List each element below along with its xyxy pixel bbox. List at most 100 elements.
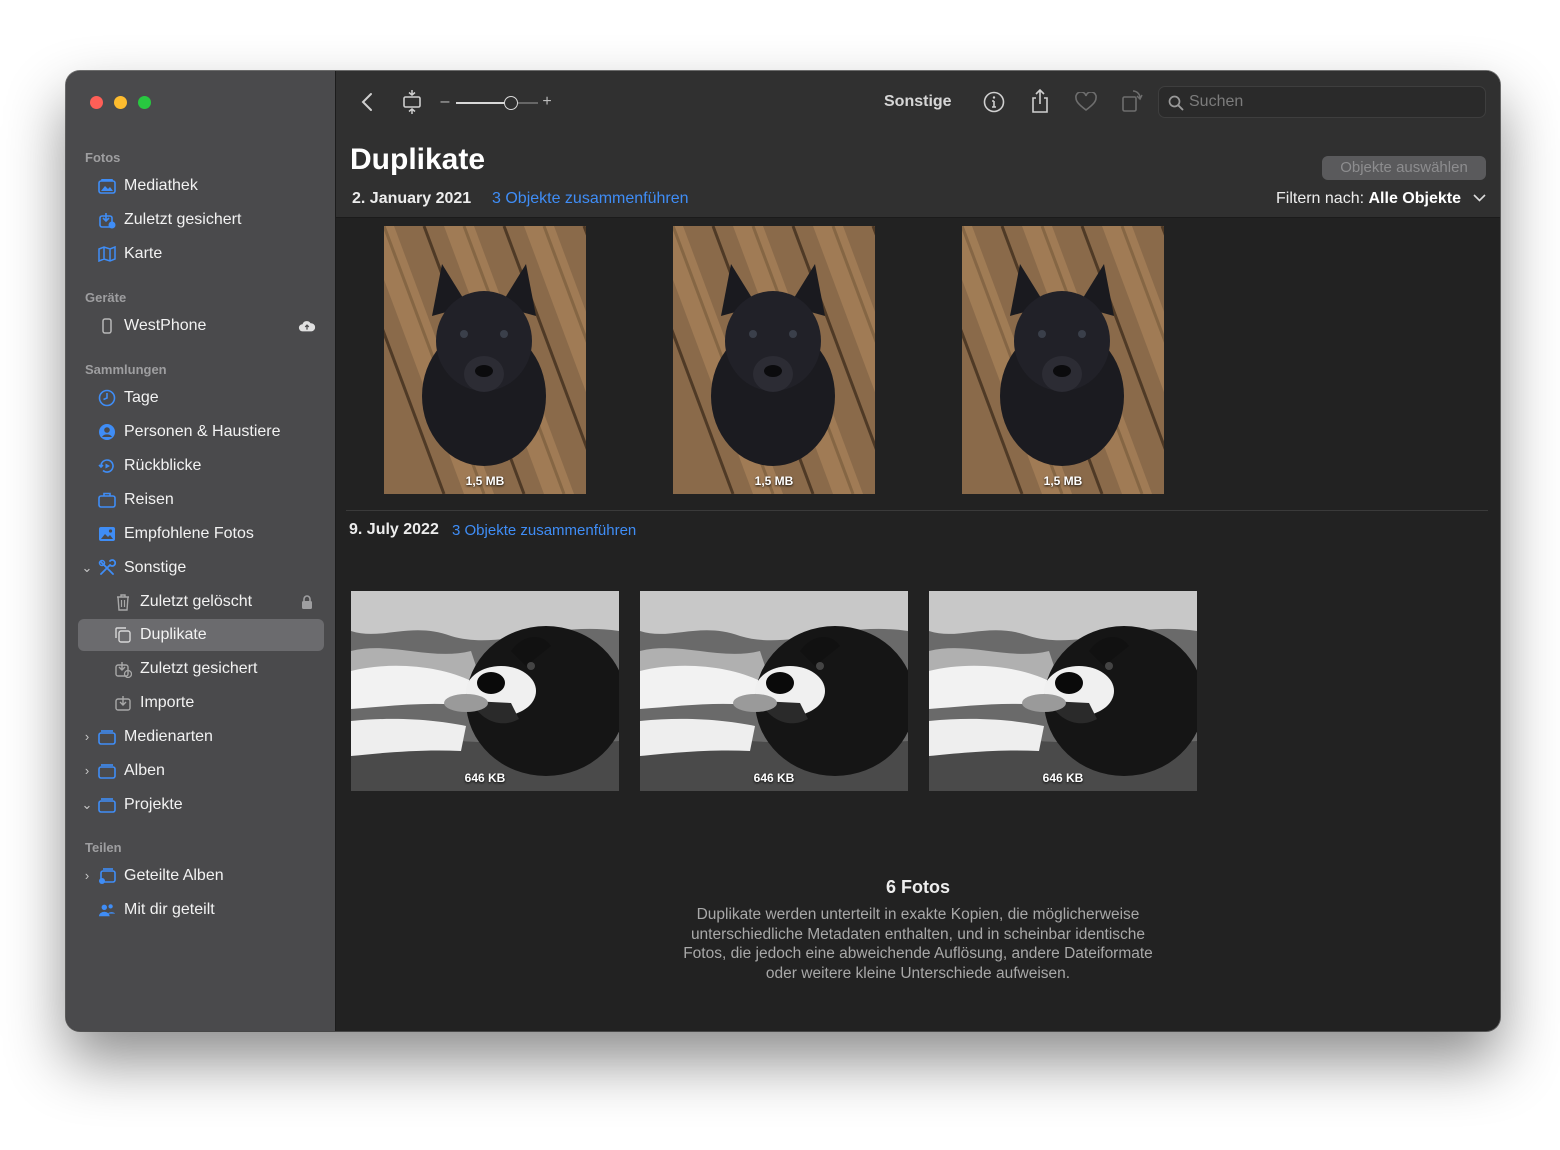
memories-icon <box>98 457 116 475</box>
duplicates-icon <box>114 626 132 644</box>
sidebar-item-label: Alben <box>124 762 165 779</box>
recently-saved-icon <box>114 660 132 678</box>
section-title-geraete: Geräte <box>85 290 127 305</box>
import-icon <box>114 694 132 712</box>
share-button[interactable] <box>1028 87 1052 115</box>
section-title-sammlungen: Sammlungen <box>85 362 167 377</box>
sidebar-item-geteilte-alben[interactable]: › Geteilte Alben <box>78 860 324 892</box>
group-date: 9. July 2022 <box>349 521 439 538</box>
border-collie-photo-image <box>640 591 908 791</box>
search-field[interactable] <box>1158 86 1486 118</box>
sidebar-item-label: Mediathek <box>124 177 198 194</box>
chevron-right-icon[interactable]: › <box>81 721 93 753</box>
sidebar-item-label: Empfohlene Fotos <box>124 525 254 542</box>
iphone-icon <box>98 317 116 335</box>
border-collie-photo-image <box>929 591 1197 791</box>
info-icon <box>983 91 1005 113</box>
sidebar-item-label: Mit dir geteilt <box>124 901 215 918</box>
select-items-button[interactable]: Objekte auswählen <box>1322 156 1486 180</box>
photo-thumbnail[interactable]: 1,5 MB <box>962 226 1164 494</box>
sidebar-item-reisen[interactable]: Reisen <box>78 484 324 516</box>
recently-saved-icon <box>98 211 116 229</box>
file-size-label: 646 KB <box>1042 771 1084 785</box>
sidebar-item-medienarten[interactable]: › Medienarten <box>78 721 324 753</box>
chevron-right-icon[interactable]: › <box>81 755 93 787</box>
folder-icon <box>98 728 116 746</box>
sidebar-item-zuletzt-gesichert-sub[interactable]: Zuletzt gesichert <box>78 653 324 685</box>
sidebar-item-projekte[interactable]: ⌄ Projekte <box>78 789 324 821</box>
sidebar-item-rueckblicke[interactable]: Rückblicke <box>78 450 324 482</box>
lock-icon <box>298 593 316 611</box>
zoom-slider-knob[interactable] <box>503 96 518 110</box>
filter-value: Alle Objekte <box>1368 190 1461 207</box>
group-divider <box>346 510 1488 511</box>
shared-with-you-icon <box>98 901 116 919</box>
merge-link[interactable]: 3 Objekte zusammenführen <box>452 522 636 539</box>
maximize-window-button[interactable] <box>138 96 151 109</box>
clock-icon <box>98 389 116 407</box>
search-input[interactable] <box>1189 87 1479 117</box>
rotate-button[interactable] <box>1120 88 1144 114</box>
sidebar-item-mediathek[interactable]: Mediathek <box>78 170 324 202</box>
close-window-button[interactable] <box>90 96 103 109</box>
sidebar-item-importe[interactable]: Importe <box>78 687 324 719</box>
featured-photos-icon <box>98 525 116 543</box>
group-date: 2. January 2021 <box>352 190 472 207</box>
sidebar-item-empfohlene-fotos[interactable]: Empfohlene Fotos <box>78 518 324 550</box>
suitcase-icon <box>98 491 116 509</box>
sidebar-item-zuletzt-geloescht[interactable]: Zuletzt gelöscht <box>78 586 324 618</box>
sidebar-item-duplikate[interactable]: Duplikate <box>78 619 324 651</box>
search-icon <box>1168 95 1184 111</box>
library-icon <box>98 177 116 195</box>
zoom-slider[interactable] <box>456 96 538 110</box>
sidebar-item-sonstige[interactable]: ⌄ Sonstige <box>78 552 324 584</box>
info-button[interactable] <box>982 90 1006 114</box>
sidebar-item-westphone[interactable]: WestPhone <box>78 310 324 342</box>
zoom-slider-fill <box>456 102 511 104</box>
filter-dropdown[interactable]: Filtern nach: Alle Objekte <box>1276 190 1487 208</box>
sidebar-item-alben[interactable]: › Alben <box>78 755 324 787</box>
chevron-left-icon <box>361 93 372 111</box>
photos-window: Fotos Mediathek Zuletzt gesichert Karte … <box>66 71 1500 1031</box>
photo-count: 6 Fotos <box>885 877 950 897</box>
photo-thumbnail[interactable]: 1,5 MB <box>673 226 875 494</box>
sidebar-item-personen[interactable]: Personen & Haustiere <box>78 416 324 448</box>
sidebar-item-karte[interactable]: Karte <box>78 238 324 270</box>
minimize-window-button[interactable] <box>114 96 127 109</box>
sidebar-item-label: Duplikate <box>140 626 207 643</box>
chevron-down-icon[interactable]: ⌄ <box>81 552 93 584</box>
chevron-right-icon[interactable]: › <box>81 860 93 892</box>
zoom-in-button[interactable]: + <box>540 91 554 113</box>
file-size-label: 1,5 MB <box>754 474 794 488</box>
chevron-down-icon <box>1473 194 1487 202</box>
sidebar-item-label: Personen & Haustiere <box>124 423 281 440</box>
dog-photo-image <box>962 226 1164 494</box>
photo-thumbnail[interactable]: 646 KB <box>640 591 908 791</box>
sidebar-item-label: Rückblicke <box>124 457 202 474</box>
sidebar-item-zuletzt-gesichert[interactable]: Zuletzt gesichert <box>78 204 324 236</box>
file-size-label: 646 KB <box>464 771 506 785</box>
page-title: Duplikate <box>350 143 486 176</box>
photo-thumbnail[interactable]: 1,5 MB <box>384 226 586 494</box>
aspect-toggle-button[interactable] <box>400 89 424 115</box>
person-icon <box>98 423 116 441</box>
sidebar-item-tage[interactable]: Tage <box>78 382 324 414</box>
photo-thumbnail[interactable]: 646 KB <box>351 591 619 791</box>
content-header: Duplikate Objekte auswählen 2. January 2… <box>336 133 1500 218</box>
file-size-label: 1,5 MB <box>1043 474 1083 488</box>
sidebar-item-mit-dir-geteilt[interactable]: Mit dir geteilt <box>78 894 324 926</box>
shared-album-icon <box>98 867 116 885</box>
chevron-down-icon[interactable]: ⌄ <box>81 789 93 821</box>
file-size-label: 646 KB <box>753 771 795 785</box>
rotate-icon <box>1122 90 1143 112</box>
sidebar-item-label: Zuletzt gesichert <box>124 211 242 228</box>
aspect-ratio-icon <box>403 90 421 114</box>
main-content: – + Sonstige Suchen Duplikate Objekte au… <box>336 71 1500 1031</box>
zoom-out-button[interactable]: – <box>438 91 452 113</box>
photo-thumbnail[interactable]: 646 KB <box>929 591 1197 791</box>
back-button[interactable] <box>356 90 378 114</box>
trash-icon <box>114 593 132 611</box>
sidebar-item-label: Geteilte Alben <box>124 867 224 884</box>
favorite-button[interactable] <box>1074 90 1098 114</box>
merge-link[interactable]: 3 Objekte zusammenführen <box>492 190 689 208</box>
